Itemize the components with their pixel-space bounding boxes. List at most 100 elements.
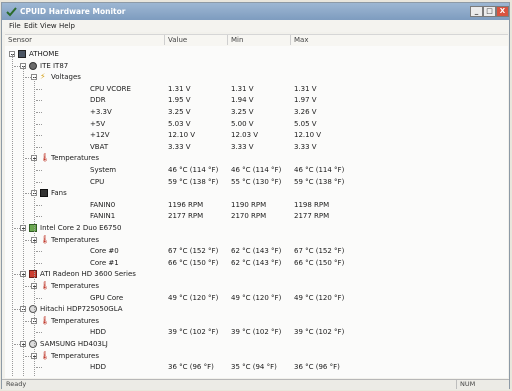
tree-node-label: SAMSUNG HD403LJ	[40, 340, 108, 348]
sensor-row[interactable]: HDD 36 °C (96 °F) 35 °C (94 °F) 36 °C (96 °…	[5, 361, 508, 373]
title-bar[interactable]: CPUID Hardware Monitor _ □ X	[2, 3, 509, 20]
tree-node-label: Intel Core 2 Duo E6750	[40, 224, 122, 232]
sensor-row[interactable]: CPU 59 °C (138 °F) 55 °C (130 °F) 59 °C (13…	[5, 176, 508, 188]
sensor-max: 1198 RPM	[294, 200, 330, 209]
tree-node-label: Voltages	[51, 73, 81, 82]
tree-line	[36, 251, 42, 253]
sensor-tree: ATHOME ITE IT87 ⚡ Voltages CPU VCORE 1.31 V 1.…	[5, 46, 508, 378]
sensor-row[interactable]: GPU Core 49 °C (120 °F) 49 °C (120 °F) 49 °…	[5, 292, 508, 304]
sensor-max: 5.05 V	[294, 119, 317, 128]
sensor-min: 3.25 V	[231, 108, 254, 116]
sensor-row[interactable]: HDD 39 °C (102 °F) 39 °C (102 °F) 39 °C (10…	[5, 326, 508, 338]
sensor-label: VBAT	[90, 142, 109, 151]
tree-guide-line	[23, 65, 24, 376]
tree-node[interactable]: Hitachi HDP725050GLA	[5, 303, 508, 315]
sensor-row[interactable]: FANIN1 2177 RPM 2170 RPM 2177 RPM	[5, 210, 508, 222]
tree-node-label: Temperatures	[51, 351, 99, 360]
close-button[interactable]: X	[496, 6, 509, 17]
sensor-value: 49 °C (120 °F)	[168, 293, 219, 302]
sensor-min: 1.31 V	[231, 84, 254, 93]
sensor-min: 46 °C (114 °F)	[231, 166, 282, 174]
sensor-value: 3.25 V	[168, 108, 191, 116]
sensor-max: 12.10 V	[294, 131, 322, 140]
tree-node[interactable]: 🌡 Temperatures	[5, 350, 508, 362]
tree-node[interactable]: 🌡 Temperatures	[5, 315, 508, 327]
tree-node-label: Temperatures	[51, 235, 99, 244]
tree-node[interactable]: Intel Core 2 Duo E6750	[5, 222, 508, 234]
tree-node[interactable]: ITE IT87	[5, 60, 508, 72]
sensor-row[interactable]: +5V 5.03 V 5.00 V 5.05 V	[5, 118, 508, 130]
sensor-max: 3.33 V	[294, 142, 317, 151]
sensor-value: 5.03 V	[168, 119, 191, 128]
sensor-max: 59 °C (138 °F)	[294, 177, 345, 186]
sensor-min: 12.03 V	[231, 131, 259, 140]
sensor-label: FANIN0	[90, 200, 116, 209]
tree-line	[36, 100, 42, 102]
max-column-header[interactable]: Max	[291, 35, 508, 45]
sensor-label: CPU	[90, 177, 105, 186]
hardware-monitor-window: CPUID Hardware Monitor _ □ X File Edit V…	[1, 2, 510, 390]
sensor-min: 5.00 V	[231, 119, 254, 128]
tree-guide-line	[34, 77, 35, 376]
tree-node-label: ATHOME	[29, 50, 59, 58]
menu-file[interactable]: File	[9, 20, 21, 32]
sensor-row[interactable]: +12V 12.10 V 12.03 V 12.10 V	[5, 129, 508, 141]
value-column-header[interactable]: Value	[165, 35, 228, 45]
sensor-value: 67 °C (152 °F)	[168, 247, 219, 256]
sensor-row[interactable]: Core #1 66 °C (150 °F) 62 °C (143 °F) 66 °C…	[5, 257, 508, 269]
sensor-row[interactable]: Core #0 67 °C (152 °F) 62 °C (143 °F) 67 °C…	[5, 245, 508, 257]
tree-node[interactable]: ATI Radeon HD 3600 Series	[5, 268, 508, 280]
tree-node[interactable]: ⚡ Voltages	[5, 71, 508, 83]
sensor-row[interactable]: DDR 1.95 V 1.94 V 1.97 V	[5, 94, 508, 106]
min-column-header[interactable]: Min	[228, 35, 291, 45]
menu-bar: File Edit View Help	[2, 20, 509, 32]
tree-node[interactable]: ATHOME	[5, 48, 508, 60]
sensor-min: 62 °C (143 °F)	[231, 247, 282, 256]
sensor-max: 1.97 V	[294, 96, 317, 105]
fan-icon	[40, 189, 48, 198]
sensor-row[interactable]: +3.3V 3.25 V 3.25 V 3.26 V	[5, 106, 508, 118]
hdd-icon	[29, 305, 37, 314]
tree-node[interactable]: 🌡 Temperatures	[5, 280, 508, 292]
thermometer-icon: 🌡	[40, 350, 51, 360]
sensor-label: Core #1	[90, 258, 119, 267]
sensor-row[interactable]: FANIN0 1196 RPM 1190 RPM 1198 RPM	[5, 199, 508, 211]
sensor-max: 67 °C (152 °F)	[294, 247, 345, 256]
tree-node-label: Temperatures	[51, 154, 99, 163]
tree-node-label: Temperatures	[51, 316, 99, 325]
sensor-min: 2170 RPM	[231, 212, 267, 221]
sensor-min: 62 °C (143 °F)	[231, 258, 282, 267]
thermometer-icon: 🌡	[40, 315, 51, 325]
sensor-min: 3.33 V	[231, 142, 254, 151]
tree-line	[36, 297, 42, 299]
tree-line	[36, 367, 42, 369]
sensor-row[interactable]: VBAT 3.33 V 3.33 V 3.33 V	[5, 141, 508, 153]
sensor-value: 1.31 V	[168, 84, 191, 93]
tree-node[interactable]: SAMSUNG HD403LJ	[5, 338, 508, 350]
sensor-value: 1.95 V	[168, 96, 191, 105]
sensor-column-header[interactable]: Sensor	[5, 35, 165, 45]
sensor-min: 49 °C (120 °F)	[231, 293, 282, 302]
tree-guide-line	[12, 54, 13, 376]
tree-line	[36, 112, 42, 113]
sensor-label: +5V	[90, 119, 106, 128]
sensor-row[interactable]: System 46 °C (114 °F) 46 °C (114 °F) 46 °C …	[5, 164, 508, 176]
sensor-min: 39 °C (102 °F)	[231, 328, 282, 337]
sensor-row[interactable]: CPU VCORE 1.31 V 1.31 V 1.31 V	[5, 83, 508, 95]
menu-help[interactable]: Help	[59, 20, 75, 32]
tree-line	[36, 146, 42, 148]
sensor-label: FANIN1	[90, 212, 116, 221]
minimize-button[interactable]: _	[470, 6, 483, 17]
sensor-min: 1190 RPM	[231, 200, 267, 209]
sensor-label: GPU Core	[90, 293, 124, 302]
tree-node[interactable]: Fans	[5, 187, 508, 199]
thermometer-icon: 🌡	[40, 153, 51, 163]
maximize-button[interactable]: □	[483, 6, 496, 17]
tree-node[interactable]: 🌡 Temperatures	[5, 234, 508, 246]
menu-edit[interactable]: Edit	[24, 20, 38, 32]
tree-node[interactable]: 🌡 Temperatures	[5, 152, 508, 164]
sensor-value: 2177 RPM	[168, 212, 204, 221]
menu-view[interactable]: View	[40, 20, 57, 32]
tree-line	[36, 135, 42, 137]
sensor-value: 1196 RPM	[168, 200, 204, 209]
